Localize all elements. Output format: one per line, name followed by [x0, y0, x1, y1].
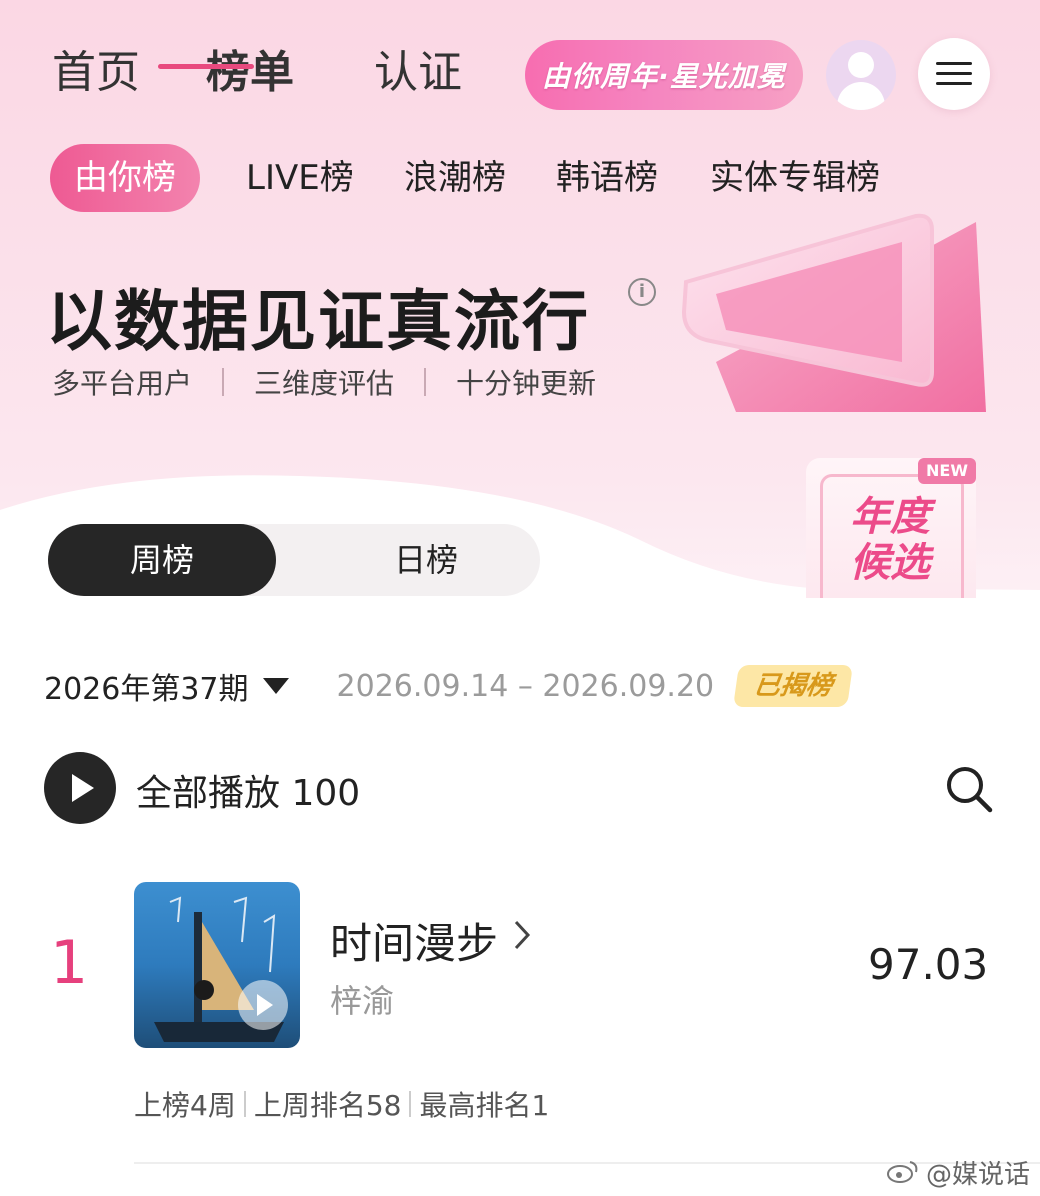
caret-down-icon[interactable] — [262, 678, 289, 694]
annual-line: 年度 — [850, 494, 930, 540]
album-cover[interactable] — [134, 882, 300, 1048]
tab-korean[interactable]: 韩语榜 — [556, 144, 658, 212]
nav-home[interactable]: 首页 — [52, 36, 140, 100]
track-rank: 1 — [50, 928, 89, 998]
cover-play-icon[interactable] — [238, 980, 288, 1030]
divider — [424, 368, 427, 396]
toggle-week[interactable]: 周榜 — [48, 524, 276, 596]
play-icon — [72, 774, 94, 802]
feature-item: 多平台用户 — [52, 367, 193, 400]
feature-list: 多平台用户 三维度评估 十分钟更新 — [52, 362, 596, 402]
status-badge: 已揭榜 — [733, 665, 854, 707]
hamburger-icon[interactable] — [918, 38, 990, 110]
play-all-button[interactable] — [44, 752, 116, 824]
watermark: @媒说话 — [926, 1160, 1031, 1190]
divider — [222, 368, 225, 396]
period-selector-row: 2026年第37期 2026.09.14 – 2026.09.20 已揭榜 — [44, 662, 854, 710]
user-avatar-icon[interactable] — [826, 40, 896, 110]
nav-cert[interactable]: 认证 — [374, 36, 462, 100]
date-range: 2026.09.14 – 2026.09.20 — [336, 668, 715, 704]
promo-banner-button[interactable]: 由你周年·星光加冕 — [525, 40, 803, 110]
track-stats: 上榜4周 上周排名58 最高排名1 — [134, 1084, 549, 1124]
divider — [409, 1091, 412, 1117]
info-icon[interactable]: i — [628, 278, 656, 306]
track-score: 97.03 — [868, 940, 989, 989]
tab-physical-album[interactable]: 实体专辑榜 — [710, 144, 880, 212]
play-all-label[interactable]: 全部播放 100 — [136, 764, 360, 816]
toggle-day[interactable]: 日榜 — [312, 524, 540, 596]
tab-youni[interactable]: 由你榜 — [50, 144, 200, 212]
divider — [243, 1091, 246, 1117]
feature-item: 十分钟更新 — [456, 367, 597, 400]
annual-line: 候选 — [850, 540, 930, 586]
track-title[interactable]: 时间漫步 — [330, 910, 498, 971]
tab-wave[interactable]: 浪潮榜 — [404, 144, 506, 212]
search-icon[interactable] — [944, 764, 994, 814]
stat-peak-rank: 最高排名1 — [419, 1089, 550, 1122]
page-headline: 以数据见证真流行 — [46, 283, 590, 360]
period-toggle: 周榜 日榜 — [48, 524, 540, 596]
new-badge: NEW — [918, 458, 976, 484]
feature-item: 三维度评估 — [254, 367, 395, 400]
stat-last-rank: 上周排名58 — [253, 1089, 402, 1122]
brand-logo-graphic — [681, 213, 986, 412]
tab-live[interactable]: LIVE榜 — [246, 144, 354, 212]
period-dropdown[interactable]: 2026年第37期 — [44, 664, 249, 708]
nav-active-indicator — [158, 64, 254, 69]
stat-weeks: 上榜4周 — [134, 1089, 236, 1122]
weibo-logo-icon — [887, 1161, 918, 1183]
track-artist[interactable]: 梓渝 — [330, 976, 394, 1022]
chevron-right-icon[interactable] — [512, 918, 532, 952]
